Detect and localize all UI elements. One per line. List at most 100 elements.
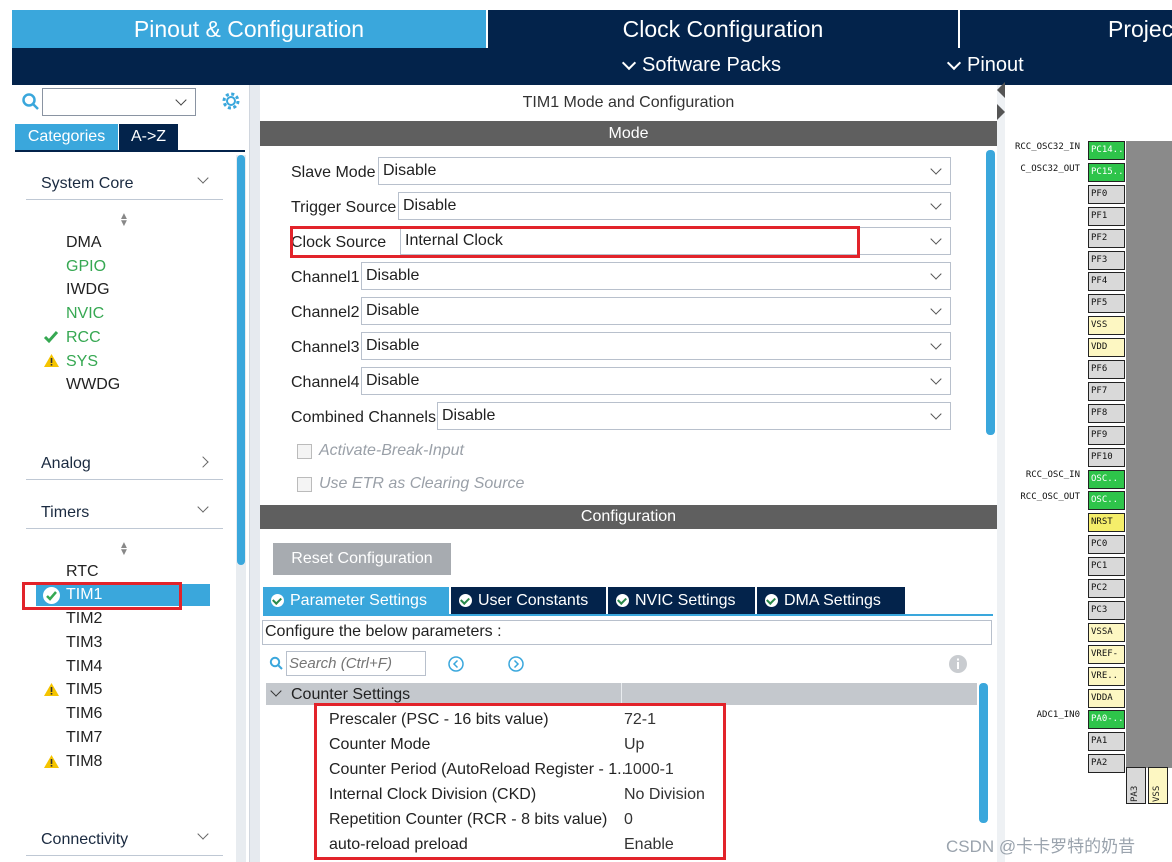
counter-settings-label: Counter Settings bbox=[291, 686, 411, 703]
list-item-nvic[interactable]: NVIC bbox=[66, 305, 104, 323]
tab-pinout-configuration[interactable]: Pinout & Configuration bbox=[12, 10, 486, 48]
tab-dma-settings[interactable]: DMA Settings bbox=[757, 587, 905, 614]
pin-osc[interactable]: OSC.. bbox=[1088, 491, 1125, 511]
software-packs-menu[interactable]: Software Packs bbox=[621, 54, 781, 77]
list-item-gpio[interactable]: GPIO bbox=[66, 258, 106, 276]
param-search-input[interactable] bbox=[286, 651, 426, 676]
tab-categories[interactable]: Categories bbox=[15, 124, 118, 150]
use-etr-label: Use ETR as Clearing Source bbox=[319, 475, 525, 492]
next-icon[interactable] bbox=[507, 655, 525, 673]
pin-vssa[interactable]: VSSA bbox=[1088, 622, 1125, 642]
pin-pc2[interactable]: PC2 bbox=[1088, 579, 1125, 598]
gear-icon[interactable] bbox=[220, 90, 242, 112]
channel4-select[interactable]: Disable bbox=[361, 367, 951, 395]
category-connectivity[interactable]: Connectivity bbox=[26, 826, 223, 856]
mode-section-header: Mode bbox=[260, 121, 997, 146]
search-icon[interactable] bbox=[21, 92, 41, 112]
tab-project-manager[interactable]: Projec bbox=[960, 10, 1172, 48]
list-item-tim7[interactable]: TIM7 bbox=[66, 729, 102, 747]
channel3-select[interactable]: Disable bbox=[361, 332, 951, 360]
category-system-core[interactable]: System Core bbox=[26, 170, 223, 200]
list-item-rtc[interactable]: RTC bbox=[66, 563, 99, 581]
channel2-label: Channel2 bbox=[291, 304, 360, 321]
pin-vre[interactable]: VRE.. bbox=[1088, 666, 1125, 686]
pin-pa2[interactable]: PA2 bbox=[1088, 754, 1125, 774]
left-scrollbar-thumb[interactable] bbox=[237, 155, 245, 565]
previous-icon[interactable] bbox=[447, 655, 465, 673]
pin-pf1[interactable]: PF1 bbox=[1088, 206, 1125, 226]
config-section-header: Configuration bbox=[260, 505, 997, 529]
pin-vss-bottom[interactable]: VSS bbox=[1148, 767, 1168, 804]
list-item-tim8[interactable]: TIM8 bbox=[66, 753, 102, 771]
channel4-value: Disable bbox=[366, 372, 420, 389]
list-item-tim4[interactable]: TIM4 bbox=[66, 658, 102, 676]
pin-pf0[interactable]: PF0 bbox=[1088, 184, 1125, 204]
pin-vdda[interactable]: VDDA bbox=[1088, 688, 1125, 708]
trigger-source-value: Disable bbox=[403, 197, 457, 214]
category-search-combo[interactable] bbox=[42, 88, 196, 116]
use-etr-checkbox[interactable] bbox=[297, 477, 312, 492]
pin-pc14[interactable]: PC14.. bbox=[1088, 141, 1125, 160]
channel1-select[interactable]: Disable bbox=[361, 262, 951, 290]
check-circle-icon bbox=[271, 594, 284, 607]
channel1-label: Channel1 bbox=[291, 269, 360, 286]
list-item-tim6[interactable]: TIM6 bbox=[66, 705, 102, 723]
category-analog[interactable]: Analog bbox=[26, 450, 223, 480]
list-item-tim3[interactable]: TIM3 bbox=[66, 634, 102, 652]
list-item-tim5[interactable]: TIM5 bbox=[66, 681, 102, 699]
activate-break-input-checkbox[interactable] bbox=[297, 444, 312, 459]
pin-pc3[interactable]: PC3 bbox=[1088, 600, 1125, 620]
mode-scrollbar-thumb[interactable] bbox=[986, 150, 995, 435]
list-item-dma[interactable]: DMA bbox=[66, 234, 102, 252]
slave-mode-label: Slave Mode bbox=[291, 164, 376, 181]
pin-vdd[interactable]: VDD bbox=[1088, 338, 1125, 358]
pin-pc15[interactable]: PC15.. bbox=[1088, 162, 1125, 182]
list-item-rcc[interactable]: RCC bbox=[66, 329, 101, 347]
reset-configuration-button[interactable]: Reset Configuration bbox=[273, 543, 451, 575]
collapse-arrow-icon[interactable] bbox=[997, 82, 1005, 98]
tab-dma-settings-label: DMA Settings bbox=[784, 591, 881, 609]
params-scrollbar-thumb[interactable] bbox=[979, 683, 988, 823]
info-icon[interactable] bbox=[948, 654, 968, 674]
pin-pf2[interactable]: PF2 bbox=[1088, 228, 1125, 248]
pin-pf8[interactable]: PF8 bbox=[1088, 403, 1125, 423]
pin-pf9[interactable]: PF9 bbox=[1088, 425, 1125, 445]
pin-pf3[interactable]: PF3 bbox=[1088, 250, 1125, 270]
pin-pa1[interactable]: PA1 bbox=[1088, 732, 1125, 752]
sort-icon[interactable]: ▲ ▼ bbox=[119, 541, 129, 558]
list-item-wwdg[interactable]: WWDG bbox=[66, 376, 120, 394]
pin-pf10[interactable]: PF10 bbox=[1088, 447, 1125, 467]
software-packs-label: Software Packs bbox=[642, 54, 781, 76]
pin-pf7[interactable]: PF7 bbox=[1088, 381, 1125, 401]
check-circle-icon bbox=[459, 594, 472, 607]
pin-pf6[interactable]: PF6 bbox=[1088, 360, 1125, 379]
search-icon bbox=[269, 656, 283, 670]
pin-pa3[interactable]: PA3 bbox=[1126, 767, 1146, 804]
list-item-sys[interactable]: SYS bbox=[66, 353, 98, 371]
expand-arrow-icon[interactable] bbox=[997, 104, 1005, 120]
trigger-source-select[interactable]: Disable bbox=[398, 192, 951, 220]
panel-splitter[interactable] bbox=[250, 85, 260, 862]
pin-nrst[interactable]: NRST bbox=[1088, 513, 1125, 533]
pin-vref[interactable]: VREF- bbox=[1088, 644, 1125, 664]
tab-user-constants[interactable]: User Constants bbox=[451, 587, 606, 614]
pin-pf4[interactable]: PF4 bbox=[1088, 272, 1125, 292]
list-item-tim2[interactable]: TIM2 bbox=[66, 610, 102, 628]
pin-pc1[interactable]: PC1 bbox=[1088, 557, 1125, 577]
pin-osc[interactable]: OSC.. bbox=[1088, 469, 1125, 489]
pin-pf5[interactable]: PF5 bbox=[1088, 294, 1125, 314]
channel2-select[interactable]: Disable bbox=[361, 297, 951, 325]
list-item-iwdg[interactable]: IWDG bbox=[66, 281, 110, 299]
combined-channels-select[interactable]: Disable bbox=[437, 402, 951, 430]
tab-a-z[interactable]: A->Z bbox=[119, 124, 178, 150]
sort-icon[interactable]: ▲ ▼ bbox=[119, 212, 129, 229]
pin-vss[interactable]: VSS bbox=[1088, 316, 1125, 336]
tab-parameter-settings[interactable]: Parameter Settings bbox=[263, 587, 449, 614]
tab-clock-configuration[interactable]: Clock Configuration bbox=[488, 10, 958, 48]
category-timers[interactable]: Timers bbox=[26, 499, 223, 529]
pin-pc0[interactable]: PC0 bbox=[1088, 535, 1125, 555]
pin-pa0[interactable]: PA0-.. bbox=[1088, 710, 1125, 730]
slave-mode-select[interactable]: Disable bbox=[378, 157, 951, 185]
tab-nvic-settings[interactable]: NVIC Settings bbox=[608, 587, 755, 614]
pinout-menu[interactable]: Pinout bbox=[946, 54, 1024, 77]
